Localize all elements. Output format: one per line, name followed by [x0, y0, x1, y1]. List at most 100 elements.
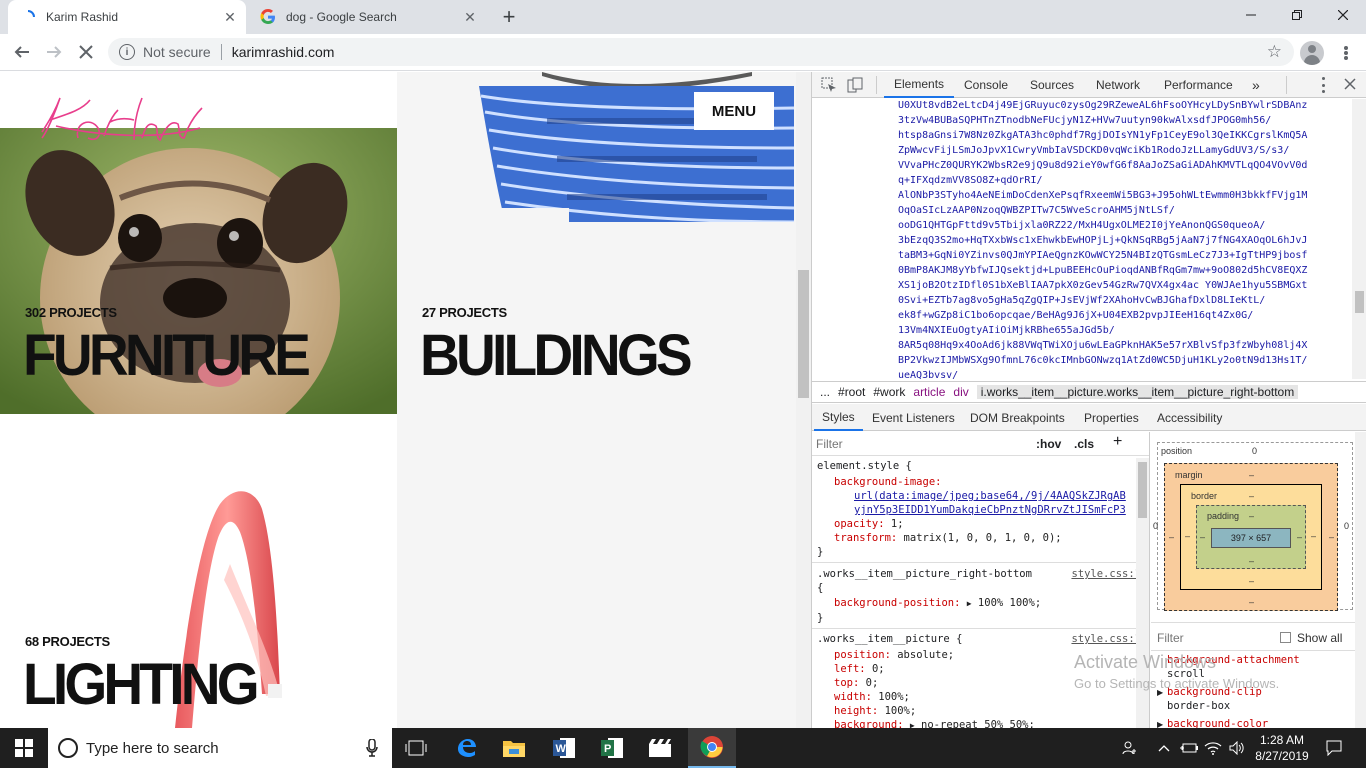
profile-avatar[interactable]: [1300, 41, 1324, 65]
more-tabs-icon[interactable]: »: [1248, 72, 1264, 98]
computed-scrollbar[interactable]: [1355, 432, 1366, 728]
cls-toggle[interactable]: .cls: [1074, 437, 1094, 451]
style-property[interactable]: top: 0;: [834, 677, 878, 689]
stylesheet-link[interactable]: style.css:1: [1071, 568, 1141, 580]
style-property[interactable]: position: absolute;: [834, 649, 954, 661]
scrollbar-thumb[interactable]: [1138, 462, 1147, 518]
chrome-icon[interactable]: [688, 728, 736, 768]
show-all-checkbox[interactable]: [1280, 632, 1291, 643]
word-icon[interactable]: W: [540, 728, 588, 768]
close-tab-icon[interactable]: ✕: [460, 7, 480, 27]
expand-arrow-icon[interactable]: ▶: [1157, 720, 1163, 728]
style-property[interactable]: background: ▶ no-repeat 50% 50%;: [834, 719, 1035, 728]
tab-elements[interactable]: Elements: [884, 72, 955, 98]
content-box[interactable]: 397 × 657: [1211, 528, 1291, 548]
source-line: AlONbP3STyho4AeNEimDoCdenXePsqfRxeemWi5B…: [898, 190, 1308, 201]
card-title[interactable]: BUILDINGS: [420, 322, 693, 389]
furniture-card[interactable]: 302 PROJECTS FURNITURE: [0, 128, 397, 414]
breadcrumb-item[interactable]: ...: [820, 385, 830, 399]
tab-performance[interactable]: Performance: [1156, 72, 1241, 98]
data-url-link[interactable]: yjnY5p3EIDD1YumDakqieCbPnztNgDRrvZtJISmF…: [854, 504, 1126, 516]
prop-value[interactable]: url(data:image/jpeg;base64,/9j/4AAQSkZJR…: [854, 490, 1134, 502]
border-bottom-value: –: [1249, 576, 1255, 586]
browser-menu-icon[interactable]: [1336, 42, 1356, 64]
security-status[interactable]: Not secure: [143, 44, 211, 60]
volume-icon[interactable]: [1226, 728, 1248, 768]
info-icon[interactable]: i: [119, 44, 135, 60]
subtab-styles[interactable]: Styles: [814, 404, 863, 431]
task-view-icon[interactable]: [392, 728, 440, 768]
close-window-icon[interactable]: [1320, 0, 1366, 30]
subtab-properties[interactable]: Properties: [1078, 404, 1145, 431]
subtab-event-listeners[interactable]: Event Listeners: [866, 404, 961, 431]
windows-start-icon[interactable]: [0, 728, 48, 768]
computed-filter-input[interactable]: [1157, 629, 1267, 647]
back-icon[interactable]: [8, 38, 36, 66]
karim-logo[interactable]: [38, 80, 206, 148]
style-property[interactable]: background-position: ▶ 100% 100%;: [834, 597, 1041, 609]
new-tab-button[interactable]: +: [496, 4, 522, 29]
style-property[interactable]: width: 100%;: [834, 691, 910, 703]
show-hidden-icons[interactable]: [1154, 728, 1174, 768]
wifi-icon[interactable]: [1202, 728, 1224, 768]
subtab-accessibility[interactable]: Accessibility: [1151, 404, 1228, 431]
edge-icon[interactable]: [442, 728, 490, 768]
forward-icon[interactable]: [40, 38, 68, 66]
computed-prop-name[interactable]: background-color: [1167, 718, 1268, 728]
breadcrumb-item[interactable]: div: [953, 385, 968, 399]
url-text[interactable]: karimrashid.com: [232, 44, 335, 60]
devtools-menu-icon[interactable]: [1320, 77, 1326, 93]
file-explorer-icon[interactable]: [490, 728, 538, 768]
tab-network[interactable]: Network: [1088, 72, 1148, 98]
card-title[interactable]: LIGHTING: [23, 651, 260, 718]
taskbar-search[interactable]: Type here to search: [48, 728, 392, 768]
action-center-icon[interactable]: [1320, 728, 1348, 768]
page-scrollbar[interactable]: [796, 72, 811, 728]
breadcrumb-item-selected[interactable]: i.works__item__picture.works__item__pict…: [976, 385, 1299, 399]
people-icon[interactable]: [1118, 728, 1142, 768]
video-editor-icon[interactable]: [636, 728, 684, 768]
project-icon[interactable]: P: [588, 728, 636, 768]
style-property[interactable]: left: 0;: [834, 663, 885, 675]
elements-source-view[interactable]: U0XUt8vdB2eLtcD4j49EjGRuyuc0zysOg29RZewe…: [812, 99, 1366, 379]
inspect-element-icon[interactable]: [821, 77, 837, 96]
battery-icon[interactable]: [1178, 728, 1200, 768]
style-property[interactable]: opacity: 1;: [834, 518, 904, 530]
tab-console[interactable]: Console: [956, 72, 1016, 98]
close-devtools-icon[interactable]: [1344, 78, 1356, 93]
microphone-icon[interactable]: [366, 738, 378, 760]
card-title[interactable]: FURNITURE: [23, 322, 311, 389]
hov-toggle[interactable]: :hov: [1036, 437, 1061, 451]
style-property[interactable]: height: 100%;: [834, 705, 916, 717]
close-tab-icon[interactable]: ✕: [220, 7, 240, 27]
margin-left-value: –: [1169, 532, 1175, 542]
bookmark-star-icon[interactable]: ☆: [1267, 42, 1282, 62]
system-clock[interactable]: 1:28 AM 8/27/2019: [1252, 728, 1312, 768]
new-style-rule-icon[interactable]: +: [1113, 433, 1122, 451]
taskbar-search-placeholder[interactable]: Type here to search: [86, 740, 219, 757]
prop-name[interactable]: background-image:: [834, 476, 941, 488]
breadcrumb-item[interactable]: #work: [873, 385, 905, 399]
tab-sources[interactable]: Sources: [1022, 72, 1082, 98]
breadcrumb-item[interactable]: article: [913, 385, 945, 399]
restore-icon[interactable]: [1274, 0, 1320, 30]
tab-karim-rashid[interactable]: Karim Rashid ✕: [8, 0, 246, 34]
stylesheet-link[interactable]: style.css:1: [1071, 633, 1141, 645]
tab-dog-google-search[interactable]: dog - Google Search ✕: [248, 0, 486, 34]
style-property[interactable]: transform: matrix(1, 0, 0, 1, 0, 0);: [834, 532, 1062, 544]
activate-windows-title: Activate Windows: [1074, 652, 1217, 672]
data-url-link[interactable]: url(data:image/jpeg;base64,/9j/4AAQSkZJR…: [854, 490, 1126, 502]
styles-filter-input[interactable]: [816, 435, 1026, 453]
address-bar[interactable]: i Not secure karimrashid.com ☆: [108, 38, 1294, 66]
breadcrumb-item[interactable]: #root: [838, 385, 865, 399]
menu-button[interactable]: MENU: [694, 92, 774, 130]
lighting-card[interactable]: 68 PROJECTS LIGHTING: [0, 414, 397, 728]
stop-loading-icon[interactable]: [72, 38, 100, 66]
prop-value[interactable]: yjnY5p3EIDD1YumDakqieCbPnztNgDRrvZtJISmF…: [854, 504, 1134, 516]
source-scrollbar[interactable]: [1352, 99, 1366, 379]
device-toolbar-icon[interactable]: [847, 77, 863, 96]
subtab-dom-breakpoints[interactable]: DOM Breakpoints: [964, 404, 1071, 431]
scrollbar-thumb[interactable]: [798, 270, 809, 398]
scrollbar-thumb[interactable]: [1355, 291, 1364, 313]
minimize-icon[interactable]: [1228, 0, 1274, 30]
